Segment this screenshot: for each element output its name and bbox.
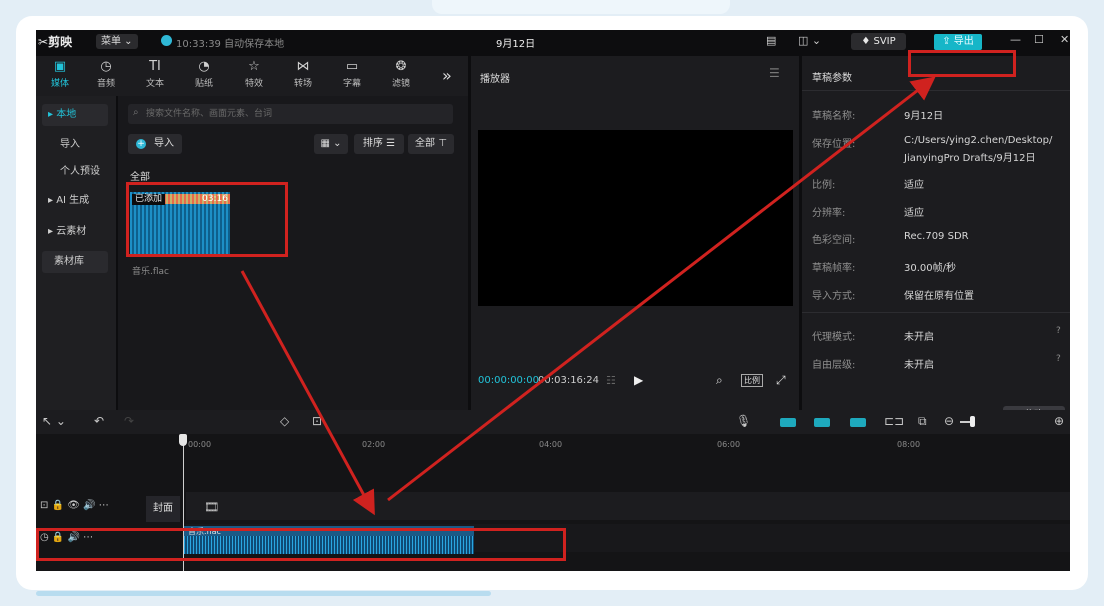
arrow-up (387, 76, 936, 502)
jianying-window: ✂剪映 菜单 ⌄ 10:33:39 自动保存本地 9月12日 ▤ ◫ ⌄ ♦ S… (36, 30, 1070, 571)
arrow-down (240, 270, 375, 516)
progress-strip (36, 591, 491, 596)
background-tab (432, 0, 730, 14)
annotation-arrows (240, 76, 936, 516)
